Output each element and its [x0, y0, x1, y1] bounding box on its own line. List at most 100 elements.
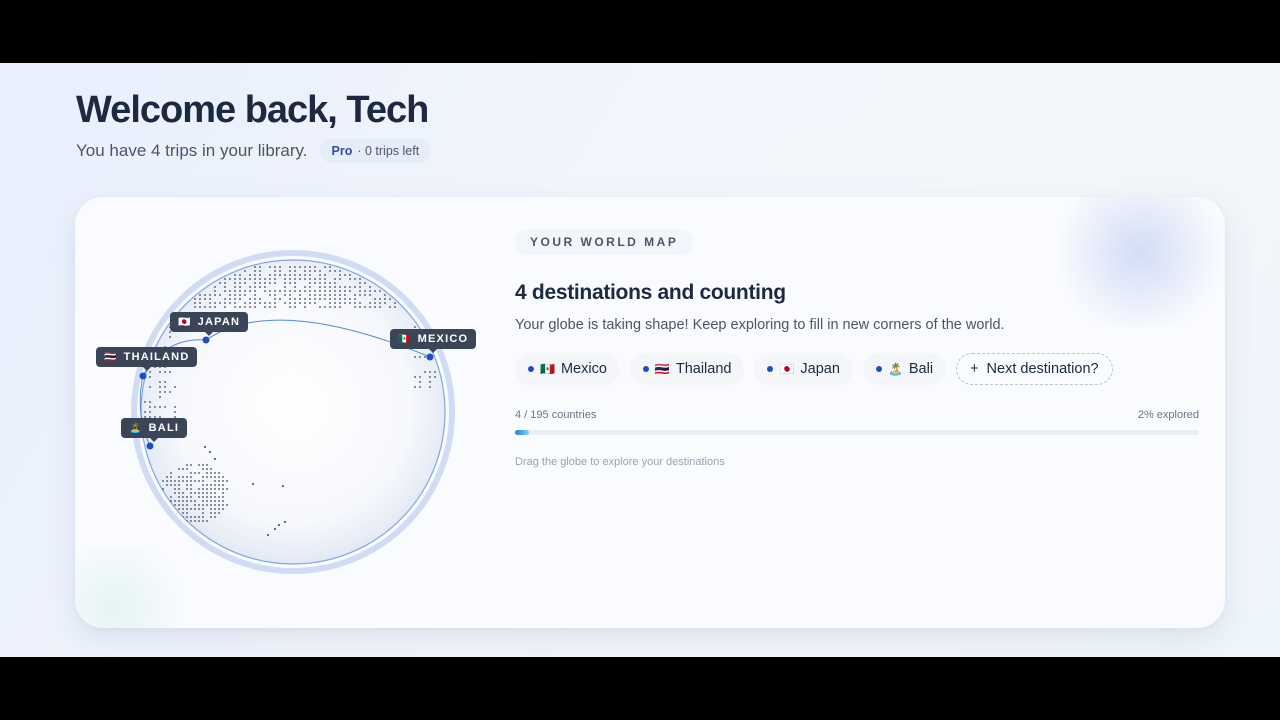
land-dot — [314, 270, 316, 272]
globe[interactable] — [75, 197, 495, 628]
land-dot — [186, 468, 188, 470]
land-dot — [218, 476, 220, 478]
land-dot — [149, 386, 151, 388]
land-dot — [359, 286, 361, 288]
land-dot — [249, 290, 251, 292]
map-label-mexico[interactable]: 🇲🇽 MEXICO — [390, 329, 477, 353]
land-dot — [339, 294, 341, 296]
land-dot — [349, 302, 351, 304]
land-dot — [209, 302, 211, 304]
land-dot — [244, 302, 246, 304]
land-dot — [222, 496, 224, 498]
land-dot — [274, 528, 276, 530]
land-dot — [339, 298, 341, 300]
land-dot — [359, 278, 361, 280]
land-dot — [389, 298, 391, 300]
plan-badge[interactable]: Pro · 0 trips left — [319, 139, 432, 163]
land-dot — [190, 508, 192, 510]
land-dot — [364, 282, 366, 284]
land-dot — [289, 274, 291, 276]
land-dot — [166, 476, 168, 478]
land-dot — [170, 484, 172, 486]
land-dot — [204, 306, 206, 308]
destination-chip-thailand[interactable]: 🇹🇭 Thailand — [629, 353, 745, 385]
land-dot — [314, 278, 316, 280]
land-dot — [319, 286, 321, 288]
land-dot — [210, 476, 212, 478]
land-dot — [190, 520, 192, 522]
land-dot — [309, 266, 311, 268]
land-dot — [186, 464, 188, 466]
land-dot — [339, 286, 341, 288]
marker-dot-japan[interactable] — [202, 336, 210, 344]
land-dot — [222, 488, 224, 490]
land-dot — [334, 298, 336, 300]
add-destination-button[interactable]: + Next destination? — [956, 353, 1113, 385]
land-dot — [224, 286, 226, 288]
land-dot — [199, 298, 201, 300]
land-dot — [202, 504, 204, 506]
land-dot — [244, 270, 246, 272]
land-dot — [149, 371, 151, 373]
land-dot — [178, 468, 180, 470]
land-dot — [359, 290, 361, 292]
land-dot — [294, 306, 296, 308]
land-dot — [234, 294, 236, 296]
land-dot — [149, 406, 151, 408]
land-dot — [344, 298, 346, 300]
progress-labels: 4 / 195 countries 2% explored — [515, 409, 1199, 421]
land-dot — [174, 406, 176, 408]
land-dot — [354, 306, 356, 308]
marker-dot-thailand[interactable] — [139, 372, 147, 380]
globe-container[interactable]: 🇯🇵 JAPAN 🇹🇭 THAILAND 🇲🇽 MEXICO 🏝️ BALI — [75, 197, 495, 628]
destination-chip-japan[interactable]: 🇯🇵 Japan — [754, 353, 853, 385]
land-dot — [194, 480, 196, 482]
world-map-summary: YOUR WORLD MAP 4 destinations and counti… — [515, 229, 1205, 468]
land-dot — [249, 274, 251, 276]
map-label-bali[interactable]: 🏝️ BALI — [121, 418, 188, 442]
land-dot — [354, 294, 356, 296]
land-dot — [324, 294, 326, 296]
map-label-japan[interactable]: 🇯🇵 JAPAN — [170, 312, 249, 336]
land-dot — [222, 508, 224, 510]
land-dot — [309, 298, 311, 300]
land-dot — [304, 298, 306, 300]
land-dot — [369, 290, 371, 292]
destination-chip-mexico[interactable]: 🇲🇽 Mexico — [515, 353, 620, 385]
map-label-text: BALI — [148, 422, 180, 434]
land-dot — [324, 306, 326, 308]
land-dot — [309, 286, 311, 288]
land-dot — [204, 298, 206, 300]
land-dot — [319, 274, 321, 276]
land-dot — [329, 290, 331, 292]
land-dot — [294, 278, 296, 280]
japan-flag-icon: 🇯🇵 — [779, 362, 795, 376]
plan-name: Pro — [331, 144, 353, 158]
marker-dot-mexico[interactable] — [426, 353, 434, 361]
land-dot — [202, 476, 204, 478]
land-dot — [202, 468, 204, 470]
land-dot — [210, 488, 212, 490]
thailand-flag-icon: 🇹🇭 — [654, 362, 670, 376]
land-dot — [206, 492, 208, 494]
land-dot — [269, 278, 271, 280]
land-dot — [198, 472, 200, 474]
land-dot — [269, 302, 271, 304]
land-dot — [154, 406, 156, 408]
land-dot — [170, 496, 172, 498]
land-dot — [239, 278, 241, 280]
land-dot — [178, 488, 180, 490]
land-dot — [259, 266, 261, 268]
destination-chip-bali[interactable]: 🏝️ Bali — [862, 353, 947, 385]
land-dot — [274, 290, 276, 292]
marker-dot-bali[interactable] — [146, 442, 154, 450]
land-dot — [206, 484, 208, 486]
land-dot — [254, 274, 256, 276]
land-dot — [159, 391, 161, 393]
land-dot — [218, 488, 220, 490]
land-dot — [229, 298, 231, 300]
land-dot — [239, 274, 241, 276]
land-dot — [304, 270, 306, 272]
map-label-thailand[interactable]: 🇹🇭 THAILAND — [96, 347, 198, 371]
land-dot — [339, 274, 341, 276]
